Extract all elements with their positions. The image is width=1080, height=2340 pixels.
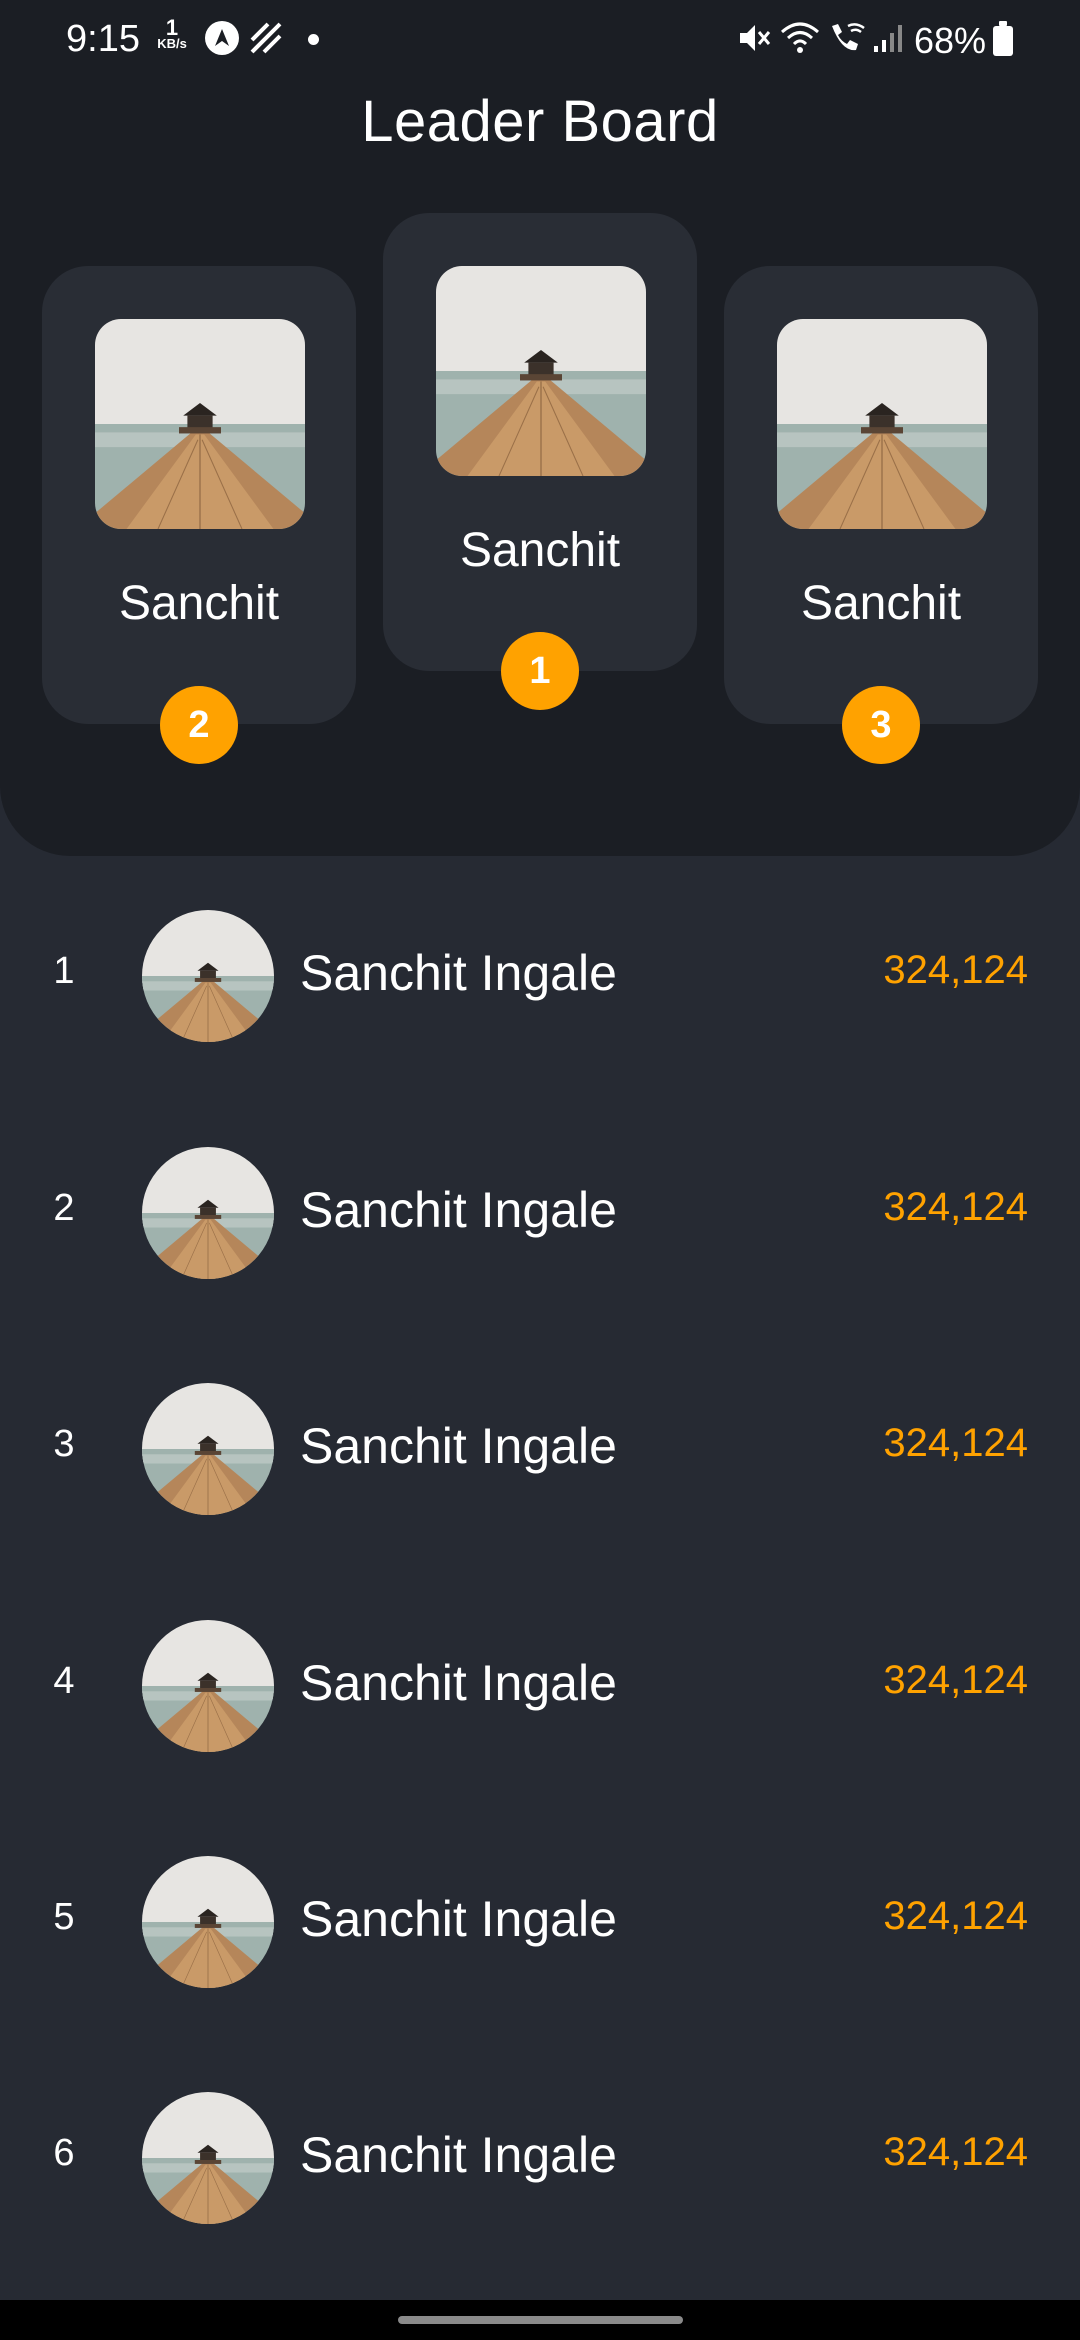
leaderboard-row[interactable]: 6 Sanchit Ingale 324,124 [0,2088,1080,2228]
row-avatar [142,910,274,1042]
status-time: 9:15 [66,18,140,60]
row-rank: 4 [53,1660,75,1702]
podium-rank-badge: 2 [160,686,238,764]
battery-icon [993,21,1013,56]
row-name: Sanchit Ingale [300,2127,617,2183]
podium-avatar [436,266,646,476]
leaderboard-row[interactable]: 4 Sanchit Ingale 324,124 [0,1616,1080,1756]
podium-name: Sanchit [800,577,962,630]
podium-rank-badge: 1 [501,632,579,710]
row-avatar [142,1383,274,1515]
row-name: Sanchit Ingale [300,1418,617,1474]
wifi-icon [780,20,820,56]
row-rank: 1 [53,950,75,992]
row-rank: 3 [53,1423,75,1465]
podium-rank-badge: 3 [842,686,920,764]
signal-icon [872,20,904,56]
row-score: 324,124 [883,1894,1028,1938]
podium-name: Sanchit [459,524,621,577]
row-score: 324,124 [883,1421,1028,1465]
podium-card-first[interactable]: Sanchit [383,213,697,671]
row-avatar [142,1856,274,1988]
leaderboard-row[interactable]: 5 Sanchit Ingale 324,124 [0,1852,1080,1992]
row-score: 324,124 [883,948,1028,992]
dot-icon [308,34,319,45]
network-speed-unit: KB/s [157,36,187,51]
row-score: 324,124 [883,1658,1028,1702]
leaderboard-row[interactable]: 1 Sanchit Ingale 324,124 [0,906,1080,1046]
home-indicator[interactable] [398,2316,683,2324]
row-avatar [142,1620,274,1752]
page-title: Leader Board [361,89,719,154]
network-speed-value: 1 [165,15,179,40]
status-bar: 9:15 1 KB/s 68% [0,0,1080,84]
battery-percent: 68% [914,20,987,61]
row-avatar [142,2092,274,2224]
row-name: Sanchit Ingale [300,1655,617,1711]
wifi-call-icon [826,20,866,56]
podium-name: Sanchit [118,577,280,630]
row-score: 324,124 [883,2130,1028,2174]
leaderboard-row[interactable]: 3 Sanchit Ingale 324,124 [0,1379,1080,1519]
row-score: 324,124 [883,1185,1028,1229]
nav-arrow-icon [204,20,240,56]
podium-card-third[interactable]: Sanchit [724,266,1038,724]
mute-icon [736,20,772,56]
podium-avatar [95,319,305,529]
network-speed: 1 KB/s [152,15,192,52]
podium-avatar [777,319,987,529]
row-name: Sanchit Ingale [300,1182,617,1238]
podium-card-second[interactable]: Sanchit [42,266,356,724]
stripes-icon [250,20,284,56]
row-avatar [142,1147,274,1279]
row-rank: 6 [53,2132,75,2174]
row-rank: 2 [53,1187,75,1229]
row-name: Sanchit Ingale [300,945,617,1001]
row-rank: 5 [53,1896,75,1938]
leaderboard-row[interactable]: 2 Sanchit Ingale 324,124 [0,1143,1080,1283]
row-name: Sanchit Ingale [300,1891,617,1947]
